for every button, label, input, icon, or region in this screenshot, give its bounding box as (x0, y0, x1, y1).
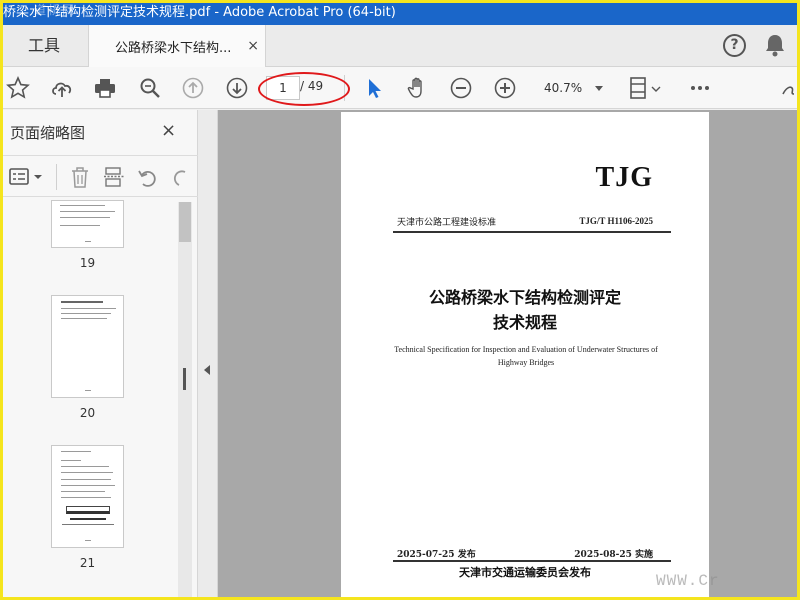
header-rule (393, 231, 671, 233)
english-title-line2: Highway Bridges (497, 358, 555, 367)
footer-rule (393, 560, 671, 562)
issue-date: 2025-07-25 发布 (397, 550, 476, 560)
annotation-ellipse (258, 72, 350, 106)
trash-icon[interactable] (69, 166, 91, 188)
standard-number: TJG/T H1106-2025 (579, 216, 653, 226)
tab-document[interactable]: 公路桥梁水下结构... × (88, 25, 266, 67)
thumbnail-page-number: 20 (79, 406, 96, 420)
previous-page-icon[interactable] (181, 76, 205, 100)
watermark-url: WWW.Cr (656, 572, 720, 590)
cloud-upload-icon[interactable] (50, 76, 74, 100)
page-thumbnail[interactable] (51, 200, 124, 248)
tab-bar: 工具 公路桥梁水下结构... × ? (0, 25, 800, 67)
standard-type: 天津市公路工程建设标准 (397, 218, 497, 228)
document-viewer[interactable]: TJG 天津市公路工程建设标准 TJG/T H1106-2025 公路桥梁水下结… (218, 110, 800, 600)
standard-code: TJG (595, 162, 653, 193)
tab-document-label: 公路桥梁水下结构... (115, 40, 232, 56)
tab-tools[interactable]: 工具 (0, 25, 88, 67)
document-title-line2: 技术规程 (492, 313, 557, 332)
page-fit-icon[interactable] (628, 76, 662, 100)
collapse-arrow-icon[interactable] (204, 365, 210, 375)
panel-divider (56, 164, 57, 190)
help-icon[interactable]: ? (723, 34, 746, 57)
rotate-right-icon[interactable] (170, 167, 190, 189)
zoom-in-icon[interactable] (493, 76, 517, 100)
select-cursor-icon[interactable] (362, 76, 386, 100)
panel-toolbar (0, 155, 198, 197)
window-title-bar: 桥梁水下结构检测评定技术规程.pdf - Adobe Acrobat Pro (… (0, 0, 800, 25)
zoom-search-icon[interactable] (138, 76, 162, 100)
sign-icon[interactable] (780, 76, 800, 100)
close-panel-icon[interactable]: × (161, 120, 176, 141)
thumbnail-scrollbar[interactable] (178, 202, 192, 600)
rotate-left-icon[interactable] (137, 167, 159, 189)
page-thumbnail[interactable] (51, 445, 124, 548)
english-title-line1: Technical Specification for Inspection a… (394, 345, 658, 354)
main-toolbar: 1 / 49 40.7% (0, 67, 800, 109)
panel-resize-grip[interactable] (183, 368, 186, 390)
thumbnail-page-number: 19 (79, 256, 96, 270)
hand-tool-icon[interactable] (405, 76, 429, 100)
zoom-out-icon[interactable] (449, 76, 473, 100)
scrollbar-thumb[interactable] (179, 202, 191, 242)
thumbnails-panel: 页面缩略图 × 19 20 21 (0, 110, 198, 600)
thumbnail-page-number: 21 (79, 556, 96, 570)
bookmark-star-icon[interactable] (6, 76, 30, 100)
zoom-level-select[interactable]: 40.7% (537, 76, 609, 100)
chevron-down-icon (595, 86, 603, 91)
pdf-page: TJG 天津市公路工程建设标准 TJG/T H1106-2025 公路桥梁水下结… (341, 112, 709, 600)
insert-page-icon[interactable] (103, 166, 125, 188)
print-icon[interactable] (93, 76, 117, 100)
next-page-icon[interactable] (225, 76, 249, 100)
thumbnail-list: 19 20 21 (0, 200, 178, 600)
thumbnail-options-icon[interactable] (8, 167, 44, 187)
more-options-icon[interactable] (688, 76, 712, 100)
bell-icon[interactable] (764, 33, 786, 57)
zoom-level-value: 40.7% (544, 81, 583, 95)
close-tab-icon[interactable]: × (247, 38, 259, 54)
publisher: 天津市交通运输委员会发布 (459, 566, 591, 579)
thumbnail-figure (66, 506, 110, 514)
watermark-logo: 道桥网 (34, 3, 77, 17)
page-thumbnail[interactable] (51, 295, 124, 398)
panel-title: 页面缩略图 (10, 124, 86, 142)
panel-collapse-strip[interactable] (198, 110, 218, 600)
effective-date: 2025-08-25 实施 (574, 550, 653, 560)
document-title-line1: 公路桥梁水下结构检测评定 (428, 288, 621, 307)
